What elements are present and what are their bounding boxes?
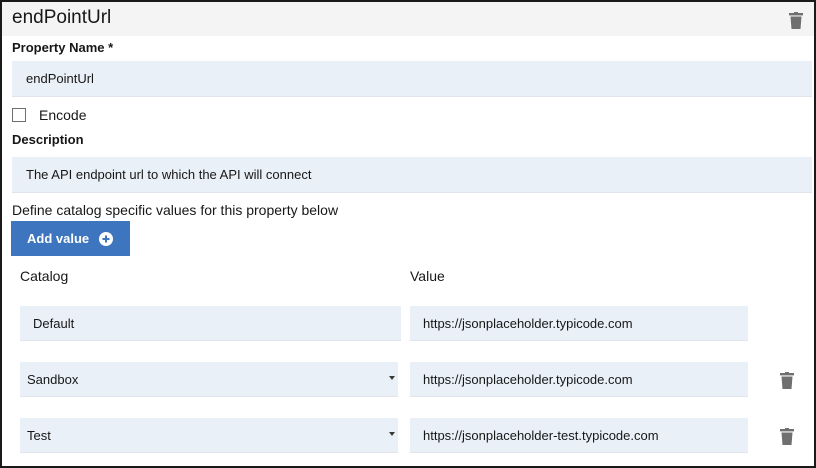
description-value: The API endpoint url to which the API wi…: [26, 167, 312, 182]
catalog-name: Test: [27, 427, 51, 443]
plus-circle-icon: [99, 231, 114, 246]
chevron-down-icon: [389, 432, 395, 436]
value-input-test[interactable]: https://jsonplaceholder-test.typicode.co…: [410, 418, 748, 453]
catalog-name: Default: [33, 315, 75, 331]
property-name-value: endPointUrl: [26, 71, 94, 86]
add-value-button[interactable]: Add value: [11, 221, 130, 256]
catalog-value: https://jsonplaceholder.typicode.com: [423, 315, 633, 331]
trash-icon[interactable]: [780, 428, 794, 445]
property-name-input[interactable]: endPointUrl: [12, 61, 812, 97]
panel-header: endPointUrl: [2, 2, 814, 36]
encode-row[interactable]: Encode: [12, 107, 86, 123]
encode-label: Encode: [39, 107, 87, 123]
property-panel: endPointUrl Property Name * endPointUrl …: [0, 0, 816, 468]
property-name-label: Property Name *: [12, 40, 114, 55]
catalog-select-sandbox[interactable]: Sandbox: [20, 362, 398, 397]
add-value-label: Add value: [27, 231, 90, 246]
catalog-intro-text: Define catalog specific values for this …: [12, 202, 339, 218]
panel-title: endPointUrl: [12, 7, 112, 28]
catalog-select-test[interactable]: Test: [20, 418, 398, 453]
catalog-value: https://jsonplaceholder-test.typicode.co…: [423, 427, 659, 443]
description-label: Description: [12, 132, 84, 147]
column-header-catalog: Catalog: [20, 268, 69, 284]
column-header-value: Value: [410, 268, 445, 284]
catalog-field-default[interactable]: Default: [20, 306, 401, 341]
trash-icon[interactable]: [789, 12, 803, 29]
chevron-down-icon: [389, 376, 395, 380]
description-input[interactable]: The API endpoint url to which the API wi…: [12, 157, 812, 193]
catalog-value: https://jsonplaceholder.typicode.com: [423, 371, 633, 387]
value-input-sandbox[interactable]: https://jsonplaceholder.typicode.com: [410, 362, 748, 397]
value-input-default[interactable]: https://jsonplaceholder.typicode.com: [410, 306, 748, 341]
encode-checkbox[interactable]: [12, 108, 26, 122]
trash-icon[interactable]: [780, 372, 794, 389]
catalog-name: Sandbox: [27, 371, 79, 387]
